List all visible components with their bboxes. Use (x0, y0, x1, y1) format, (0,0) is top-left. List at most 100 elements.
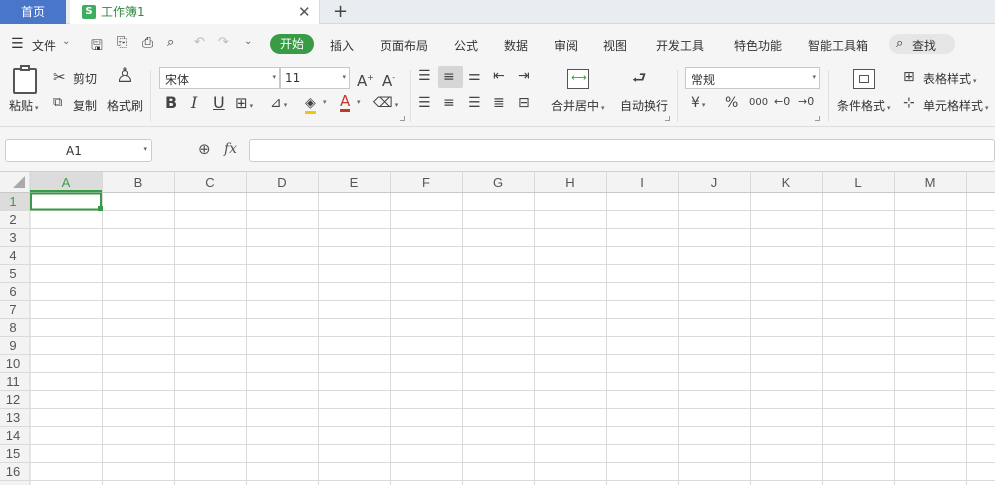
distribute-icon[interactable]: ⊟ (518, 95, 530, 111)
save-icon[interactable]: 🖫 (91, 35, 103, 59)
row-header[interactable]: 15 (6, 446, 20, 461)
decrease-font-icon[interactable]: A- (382, 70, 395, 89)
menu-formulas[interactable]: 公式 (454, 37, 478, 54)
undo-icon[interactable]: ↶ (194, 35, 205, 50)
tab-home[interactable]: 首页 (0, 0, 66, 24)
align-top-icon[interactable]: ☰ (418, 68, 431, 84)
currency-button[interactable]: ¥ ▾ (691, 95, 705, 113)
row-header[interactable]: 11 (6, 374, 20, 389)
menu-features[interactable]: 特色功能 (734, 37, 782, 54)
merge-center-icon[interactable]: ⟷ (567, 69, 589, 89)
chevron-down-icon[interactable]: ▾ (323, 98, 327, 106)
paste-icon[interactable] (13, 65, 37, 94)
thousands-button[interactable]: 000 (749, 95, 768, 111)
row-header[interactable]: 4 (9, 248, 16, 263)
cell-style-icon[interactable]: ⊹ (903, 95, 915, 111)
font-settings-icon[interactable] (400, 116, 405, 121)
wrap-text-button[interactable]: 自动换行 (620, 97, 668, 114)
function-icon[interactable]: fx (224, 141, 237, 157)
italic-button[interactable]: I (191, 95, 197, 111)
number-settings-icon[interactable] (815, 116, 820, 121)
merge-center-button[interactable]: 合并居中 ▾ (551, 97, 605, 114)
menu-view[interactable]: 视图 (603, 37, 627, 54)
close-tab-icon[interactable]: ✕ (298, 2, 311, 22)
align-middle-button[interactable]: ≡ (438, 66, 463, 88)
file-menu[interactable]: 文件 (32, 37, 56, 54)
row-header[interactable]: 1 (9, 194, 16, 209)
row-header[interactable]: 3 (9, 230, 16, 245)
print-preview-icon[interactable]: ⌕ (167, 35, 174, 50)
zoom-icon[interactable]: ⊕ (198, 140, 211, 158)
fill-color-icon[interactable]: ◈ (305, 95, 316, 114)
column-header[interactable]: G (493, 175, 503, 190)
column-header[interactable]: H (565, 175, 574, 190)
menu-home-start[interactable]: 开始 (270, 34, 314, 54)
column-header[interactable]: F (422, 175, 430, 190)
row-header[interactable]: 13 (6, 410, 20, 425)
conditional-format-icon[interactable] (853, 69, 875, 89)
customize-icon[interactable]: ⌄ (244, 36, 252, 47)
selected-cell-a1[interactable] (30, 192, 102, 211)
row-header[interactable]: 14 (6, 428, 20, 443)
wrap-text-icon[interactable]: ⮐ (632, 70, 646, 86)
menu-insert[interactable]: 插入 (330, 37, 354, 54)
column-header[interactable]: K (782, 175, 791, 190)
column-header[interactable]: M (925, 175, 936, 190)
column-header[interactable]: L (854, 175, 861, 190)
decrease-decimal-icon[interactable]: →0 (798, 94, 814, 110)
hamburger-icon[interactable]: ☰ (11, 36, 24, 52)
add-tab-icon[interactable]: + (333, 1, 348, 23)
column-header[interactable]: I (640, 175, 644, 190)
redo-icon[interactable]: ↷ (218, 35, 229, 50)
column-header[interactable]: A (62, 175, 71, 190)
format-painter-icon[interactable]: ♙ (116, 65, 134, 85)
menu-developer[interactable]: 开发工具 (656, 37, 704, 54)
copy-icon[interactable]: ⧉ (53, 95, 62, 111)
align-center-icon[interactable]: ≡ (443, 95, 455, 111)
copy-button[interactable]: 复制 (73, 97, 97, 114)
justify-icon[interactable]: ≣ (493, 95, 505, 111)
column-header[interactable]: E (350, 175, 359, 190)
cut-button[interactable]: 剪切 (73, 70, 97, 87)
export-icon[interactable]: ⎘ (117, 35, 127, 50)
row-header[interactable]: 10 (6, 356, 20, 371)
align-left-icon[interactable]: ☰ (418, 95, 431, 111)
number-format-select[interactable]: 常规 ▾ (685, 67, 820, 89)
print-icon[interactable]: ⎙ (142, 35, 153, 51)
table-style-button[interactable]: 表格样式 ▾ (923, 70, 977, 87)
menu-smart-tools[interactable]: 智能工具箱 (808, 37, 868, 54)
align-right-icon[interactable]: ☰ (468, 95, 481, 111)
row-header[interactable]: 6 (9, 284, 16, 299)
menu-review[interactable]: 审阅 (554, 37, 578, 54)
fill-handle[interactable] (98, 206, 103, 211)
formula-input[interactable] (249, 139, 995, 162)
font-color-icon[interactable]: A (340, 93, 351, 112)
row-header[interactable]: 2 (9, 212, 16, 227)
column-header[interactable]: B (134, 175, 143, 190)
menu-data[interactable]: 数据 (504, 37, 528, 54)
increase-decimal-icon[interactable]: ←0 (774, 94, 790, 110)
table-style-icon[interactable]: ⊞ (903, 69, 915, 85)
paste-button[interactable]: 粘贴 ▾ (9, 97, 39, 114)
font-size-select[interactable]: 11 ▾ (280, 67, 350, 89)
search-button[interactable]: ⌕ 查找 (889, 34, 955, 54)
clear-format-icon[interactable]: ⌫ ▾ (373, 95, 398, 113)
indent-increase-icon[interactable]: ⇥ (518, 68, 530, 84)
cell-style-button[interactable]: 单元格样式 ▾ (923, 97, 989, 114)
fill-shape-icon[interactable]: ⊿ ▾ (270, 95, 287, 113)
chevron-down-icon[interactable]: ⌄ (62, 36, 70, 47)
conditional-format-button[interactable]: 条件格式 ▾ (837, 97, 891, 114)
column-header[interactable]: D (277, 175, 286, 190)
row-header[interactable]: 16 (6, 464, 20, 479)
name-box[interactable]: A1 ▾ (5, 139, 152, 162)
percent-button[interactable]: % (725, 95, 738, 111)
row-header[interactable]: 12 (6, 392, 20, 407)
row-header[interactable]: 5 (9, 266, 16, 281)
alignment-settings-icon[interactable] (665, 116, 670, 121)
increase-font-icon[interactable]: A+ (357, 70, 374, 89)
row-header[interactable]: 7 (9, 302, 16, 317)
underline-button[interactable]: U (213, 95, 225, 111)
row-header[interactable]: 9 (9, 338, 16, 353)
font-name-select[interactable]: 宋体 ▾ (159, 67, 280, 89)
column-header[interactable]: J (711, 175, 718, 190)
